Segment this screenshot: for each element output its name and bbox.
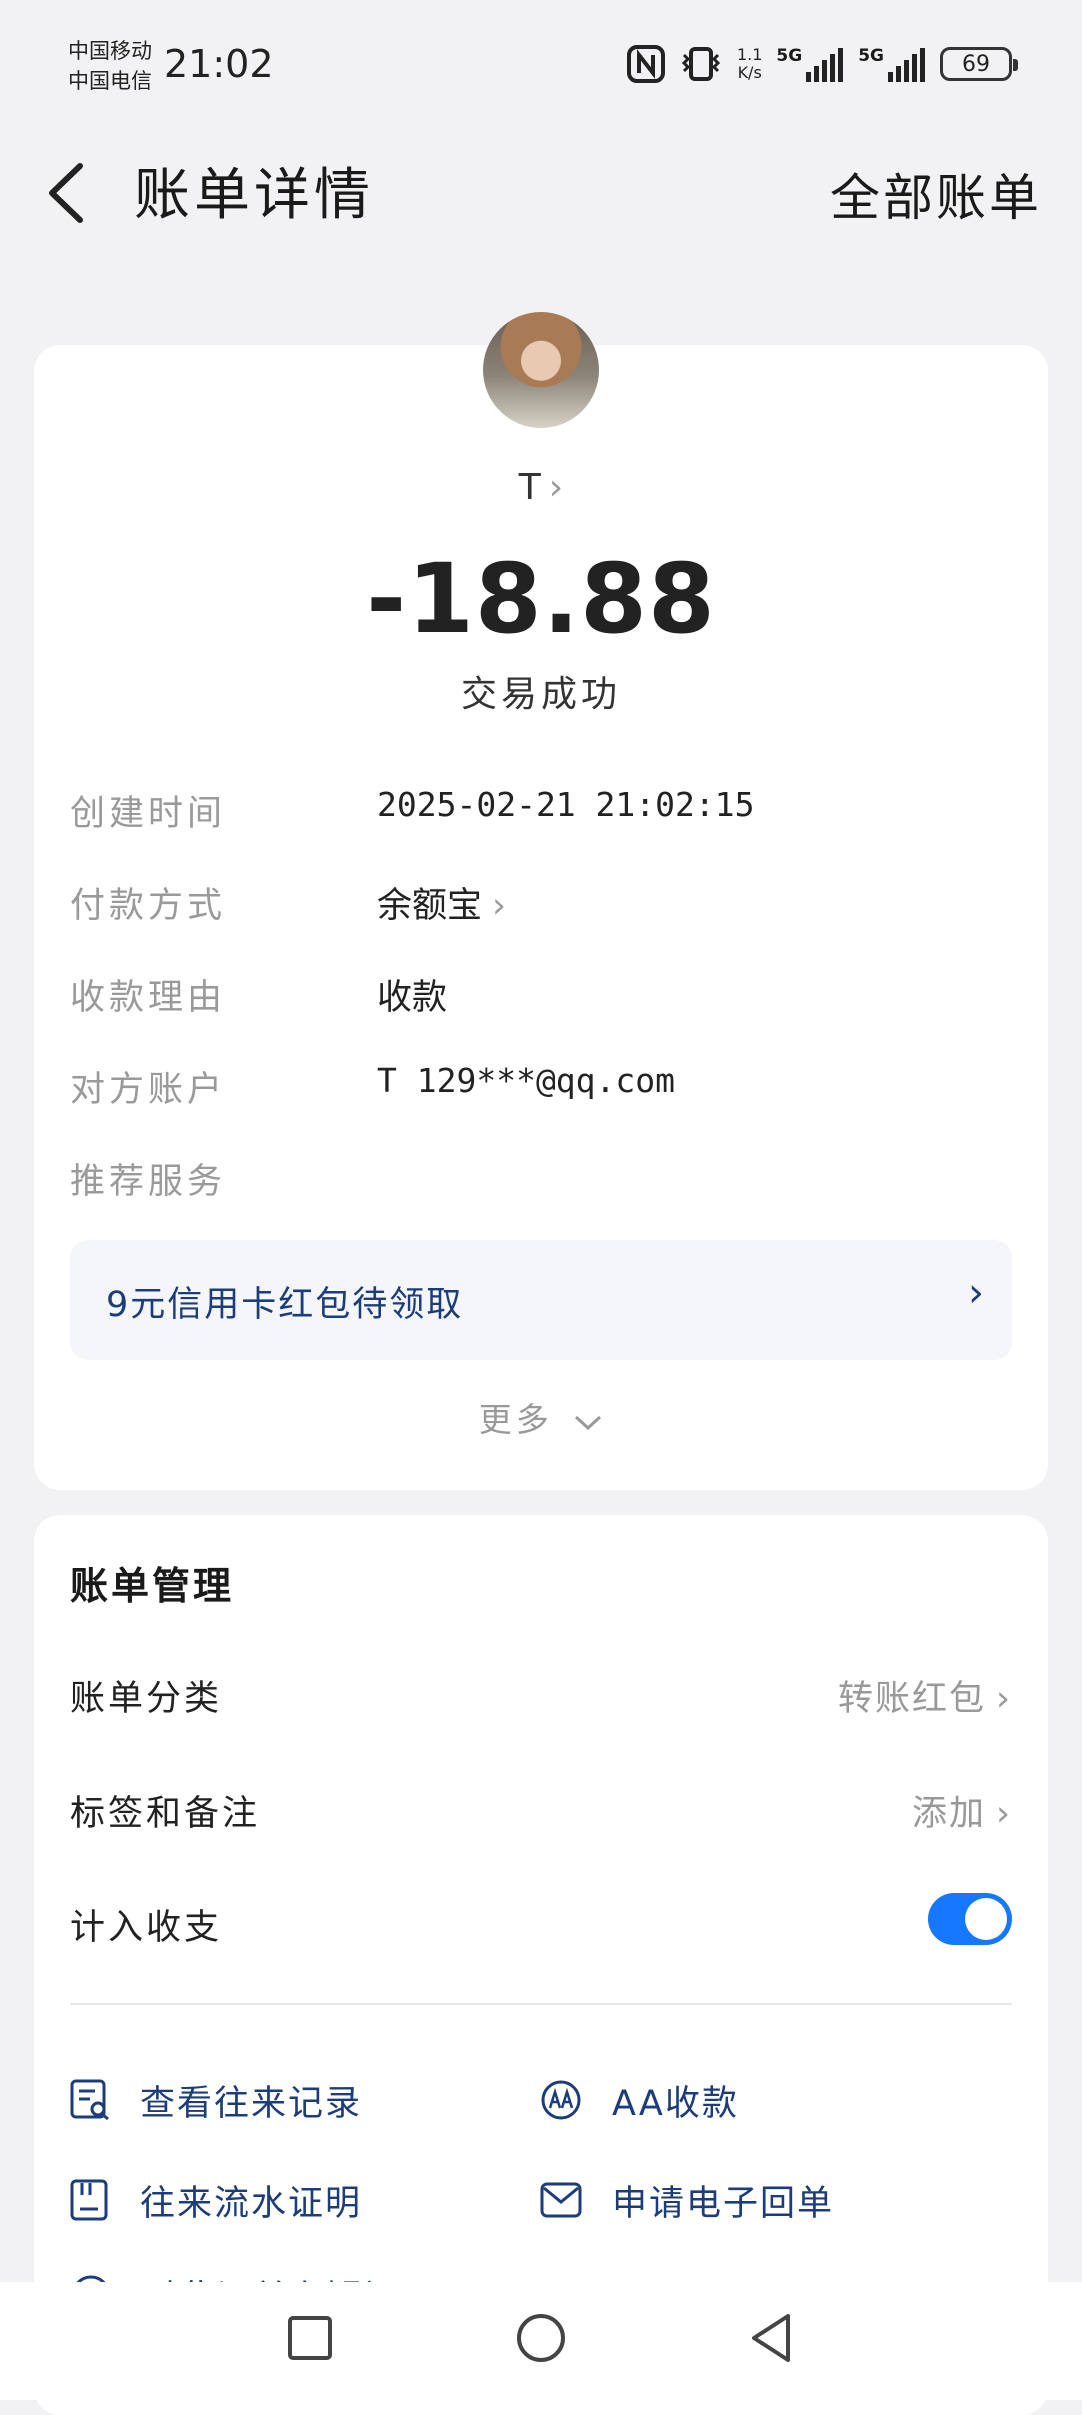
battery-level: 69 (962, 51, 990, 77)
transaction-status: 交易成功 (460, 674, 621, 715)
detail-label: 创建时间 (70, 794, 227, 834)
back-triangle-icon[interactable] (742, 2308, 802, 2368)
transaction-amount: -18.88 (366, 543, 716, 655)
carrier-info: 中国移动 中国电信 (68, 36, 152, 96)
chevron-down-icon (575, 1415, 602, 1430)
signal-1: 5G (776, 46, 844, 82)
speed-unit: K/s (737, 63, 762, 82)
chevron-right-icon: › (492, 886, 507, 926)
page-title: 账单详情 (134, 163, 374, 228)
row-label: 标签和备注 (70, 1794, 261, 1834)
e-receipt-button[interactable]: 申请电子回单 (540, 2170, 834, 2230)
more-toggle[interactable]: 更多 (34, 1393, 1048, 1441)
detail-row-reason: 收款理由 收款 (70, 969, 1012, 1029)
vibrate-icon (681, 47, 721, 81)
signal-bars-2-icon (888, 48, 925, 82)
recent-apps-icon[interactable] (280, 2308, 340, 2368)
app-header: 账单详情 全部账单 (0, 130, 1082, 260)
battery-icon: 69 (940, 47, 1018, 81)
detail-value: 收款 (377, 978, 448, 1018)
promo-text: 9元信用卡红包待领取 (106, 1285, 464, 1325)
toggle-knob (965, 1898, 1007, 1940)
carrier-2: 中国电信 (68, 69, 152, 93)
chevron-right-icon: › (968, 1270, 984, 1316)
signal-bars-1-icon (806, 48, 844, 82)
row-value: 转账红包 › (838, 1670, 1012, 1721)
system-navigation-bar (0, 2282, 1082, 2400)
back-arrow-icon[interactable] (40, 158, 100, 228)
aa-icon (541, 2080, 581, 2120)
payee-name-link[interactable]: T › (34, 467, 1048, 508)
net-type-2: 5G (858, 46, 884, 66)
payment-method-value: 余额宝 (377, 886, 483, 926)
home-icon[interactable] (511, 2308, 571, 2368)
tags-value: 添加 (911, 1794, 986, 1834)
action-label: AA收款 (612, 2083, 739, 2124)
envelope-icon (540, 2182, 582, 2218)
transaction-card: T › -18.88 交易成功 创建时间 2025-02-21 21:02:15 … (34, 345, 1048, 1490)
row-label: 账单分类 (70, 1679, 223, 1719)
all-bills-link[interactable]: 全部账单 (830, 158, 1042, 230)
tags-notes-row[interactable]: 标签和备注 添加 › (70, 1785, 1012, 1845)
action-label: 往来流水证明 (140, 2183, 363, 2224)
statement-proof-button[interactable]: 往来流水证明 (70, 2170, 362, 2230)
status-bar: 中国移动 中国电信 21:02 1.1 K/s 5G 5G 69 (0, 0, 1082, 130)
signal-2: 5G (858, 46, 926, 82)
divider (70, 2003, 1012, 2005)
detail-label: 付款方式 (70, 886, 227, 926)
detail-row-recommended: 推荐服务 (70, 1153, 1012, 1213)
detail-row-payment-method[interactable]: 付款方式 余额宝 › (70, 877, 1012, 937)
include-toggle[interactable] (928, 1893, 1012, 1945)
network-speed: 1.1 K/s (737, 46, 762, 82)
statement-icon (70, 2179, 108, 2221)
status-icons: 1.1 K/s 5G 5G 69 (626, 42, 1018, 86)
detail-row-created-time: 创建时间 2025-02-21 21:02:15 (70, 785, 1012, 845)
speed-value: 1.1 (736, 45, 763, 64)
detail-label: 收款理由 (70, 978, 227, 1018)
aa-collect-button[interactable]: AA收款 (540, 2070, 739, 2130)
detail-label: 对方账户 (70, 1070, 227, 1110)
status-time: 21:02 (164, 42, 274, 86)
detail-value: 2025-02-21 21:02:15 (377, 785, 755, 824)
detail-label: 推荐服务 (70, 1162, 227, 1202)
payee-name: T (518, 467, 541, 508)
row-value: 添加 › (912, 1785, 1012, 1836)
bill-category-row[interactable]: 账单分类 转账红包 › (70, 1670, 1012, 1730)
action-label: 查看往来记录 (140, 2083, 363, 2124)
action-label: 申请电子回单 (612, 2183, 835, 2224)
nfc-icon (626, 45, 665, 83)
more-label: 更多 (478, 1400, 553, 1439)
view-records-button[interactable]: 查看往来记录 (70, 2070, 362, 2130)
record-search-icon (70, 2079, 109, 2121)
bill-management-card: 账单管理 账单分类 转账红包 › 标签和备注 添加 › 计入收支 查看往来记录 AA… (34, 1515, 1048, 2415)
chevron-right-icon: › (996, 1679, 1012, 1719)
detail-row-counterparty: 对方账户 T 129***@qq.com (70, 1061, 1012, 1121)
chevron-right-icon: › (996, 1794, 1012, 1834)
section-title: 账单管理 (70, 1564, 235, 1608)
carrier-1: 中国移动 (68, 39, 152, 63)
detail-value: T 129***@qq.com (377, 1061, 676, 1100)
detail-value-link[interactable]: 余额宝 › (377, 877, 506, 928)
chevron-right-icon: › (548, 467, 564, 508)
category-value: 转账红包 (837, 1679, 986, 1719)
promo-banner[interactable]: 9元信用卡红包待领取 › (70, 1240, 1012, 1360)
include-in-budget-row: 计入收支 (70, 1893, 1012, 1959)
net-type-1: 5G (776, 46, 803, 66)
row-label: 计入收支 (70, 1908, 223, 1948)
payee-avatar[interactable] (483, 312, 599, 428)
